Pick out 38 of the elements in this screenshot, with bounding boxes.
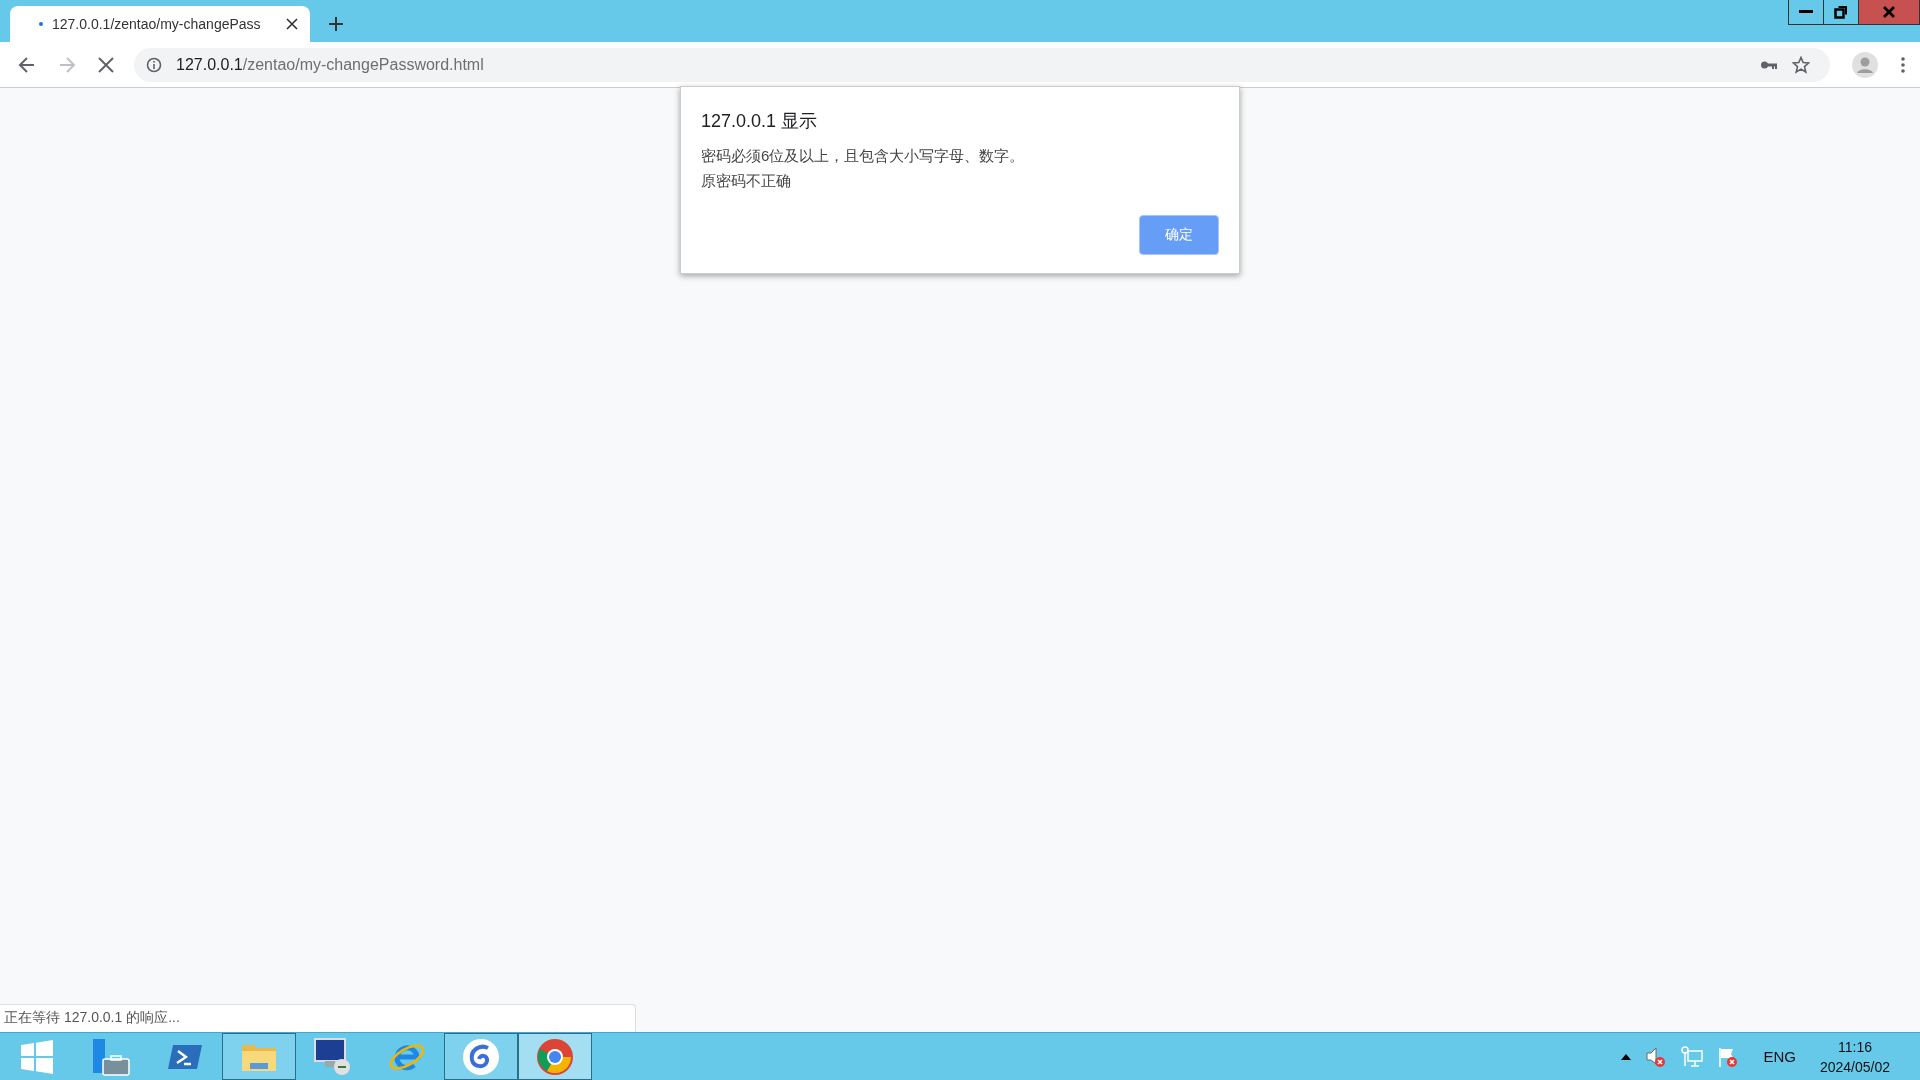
stop-icon[interactable]	[98, 56, 114, 73]
key-icon[interactable]	[1760, 59, 1778, 70]
avatar-icon[interactable]	[1852, 51, 1878, 78]
flag-error-icon[interactable]	[1717, 1045, 1740, 1068]
clock-date: 2024/05/02	[1819, 1057, 1890, 1077]
taskbar-button[interactable]	[518, 1033, 592, 1080]
restore-icon	[1834, 5, 1848, 19]
chrome-icon	[536, 1037, 574, 1076]
browser-tab[interactable]: 127.0.0.1/zentao/my-changePass	[10, 6, 310, 42]
taskbar-button[interactable]	[222, 1033, 296, 1080]
server-toolbox-icon	[91, 1036, 131, 1077]
url-path: /zentao/my-changePassword.html	[242, 55, 484, 73]
caret-up-icon[interactable]	[1621, 1053, 1632, 1060]
status-bubble: 正在等待 127.0.0.1 的响应...	[0, 1004, 636, 1032]
new-tab-icon[interactable]	[328, 16, 344, 32]
back-icon[interactable]	[18, 55, 36, 74]
dialog-title: 127.0.0.1 显示	[701, 110, 819, 133]
spiral-app-icon	[462, 1037, 500, 1076]
clock-time: 11:16	[1837, 1037, 1872, 1057]
terminal-prompt-icon	[167, 1042, 203, 1071]
menu-icon[interactable]	[1900, 55, 1906, 74]
windows-logo-icon	[20, 1039, 54, 1074]
url-host: 127.0.0.1	[176, 55, 243, 73]
dialog-message: 原密码不正确	[701, 171, 792, 191]
address-bar[interactable]: 127.0.0.1/zentao/my-changePassword.html	[134, 47, 1830, 82]
minimize-icon	[1799, 10, 1813, 14]
close-button[interactable]	[1858, 0, 1919, 24]
close-icon[interactable]	[286, 18, 298, 30]
clock[interactable]: 11:16 2024/05/02	[1819, 1036, 1890, 1077]
remote-desktop-icon	[313, 1036, 353, 1077]
dialog-message: 密码必须6位及以上，且包含大小写字母、数字。	[701, 146, 1026, 166]
info-icon[interactable]	[146, 56, 162, 73]
speaker-muted-icon[interactable]	[1645, 1045, 1668, 1068]
taskbar-button[interactable]	[444, 1033, 518, 1080]
tab-title: 127.0.0.1/zentao/my-changePass	[52, 16, 262, 32]
close-icon	[1882, 5, 1896, 19]
language-indicator[interactable]: ENG	[1763, 1048, 1796, 1065]
star-icon[interactable]	[1792, 55, 1810, 74]
